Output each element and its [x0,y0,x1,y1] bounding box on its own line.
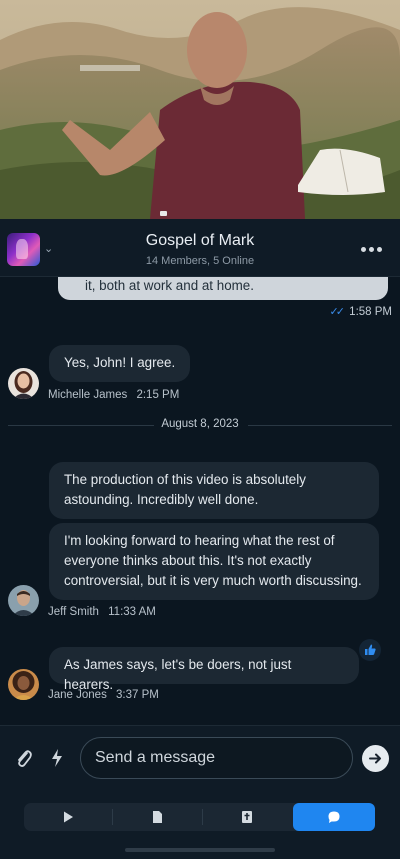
bible-icon [242,811,252,823]
chat-subtitle: 14 Members, 5 Online [145,255,255,267]
avatar[interactable] [8,368,39,399]
chat-icon [328,811,340,823]
message-text: Yes, John! I agree. [64,355,176,370]
sender-name: Michelle James [48,389,128,401]
send-button[interactable] [362,745,389,772]
video-progress-marker [160,211,167,216]
paperclip-icon[interactable] [14,748,34,775]
tab-video[interactable] [24,803,112,831]
home-indicator [125,848,275,852]
play-icon [64,811,73,823]
thumbs-up-icon[interactable] [359,639,381,661]
message-time: 2:15 PM [136,389,180,401]
more-options-icon[interactable] [361,247,383,253]
message-meta: Michelle James 2:15 PM [48,389,179,401]
message-bubble[interactable]: As James says, let's be doers, not just … [49,647,359,692]
message-text: As James says, let's be doers, not just … [64,657,292,692]
sender-name: Jane Jones [48,689,107,701]
avatar[interactable] [8,585,39,616]
avatar[interactable] [8,669,39,700]
message-list[interactable]: it, both at work and at home. ✓✓ 1:58 PM… [0,277,400,725]
read-receipt-icon: ✓✓ [329,306,346,318]
video-frame [0,0,400,219]
date-divider-text: August 8, 2023 [161,418,239,430]
arrow-right-icon [369,753,381,764]
tab-bible[interactable] [203,803,291,831]
composer [0,725,400,859]
own-message-bubble[interactable]: it, both at work and at home. [58,277,388,300]
chat-title: Gospel of Mark [145,232,255,249]
chat-header: ⌄ Gospel of Mark 14 Members, 5 Online [0,219,400,277]
date-divider: August 8, 2023 [8,418,392,432]
message-bubble[interactable]: I'm looking forward to hearing what the … [49,523,379,600]
message-meta: Jane Jones 3:37 PM [48,689,159,701]
video-player[interactable] [0,0,400,219]
message-bubble[interactable]: The production of this video is absolute… [49,462,379,519]
message-text: The production of this video is absolute… [64,472,306,507]
message-meta: Jeff Smith 11:33 AM [48,606,156,618]
own-message-text: it, both at work and at home. [85,278,254,293]
own-message-meta: ✓✓ 1:58 PM [330,305,392,318]
tab-chat[interactable] [293,803,375,831]
bottom-tab-bar [24,803,375,831]
message-time: 11:33 AM [108,606,156,618]
lightning-icon[interactable] [50,748,64,773]
own-message-time: 1:58 PM [349,306,392,318]
message-bubble[interactable]: Yes, John! I agree. [49,345,191,382]
document-icon [153,811,162,823]
tab-notes[interactable] [113,803,201,831]
message-time: 3:37 PM [116,689,159,701]
sender-name: Jeff Smith [48,606,99,618]
message-text: I'm looking forward to hearing what the … [64,533,362,588]
message-input[interactable] [80,737,353,779]
